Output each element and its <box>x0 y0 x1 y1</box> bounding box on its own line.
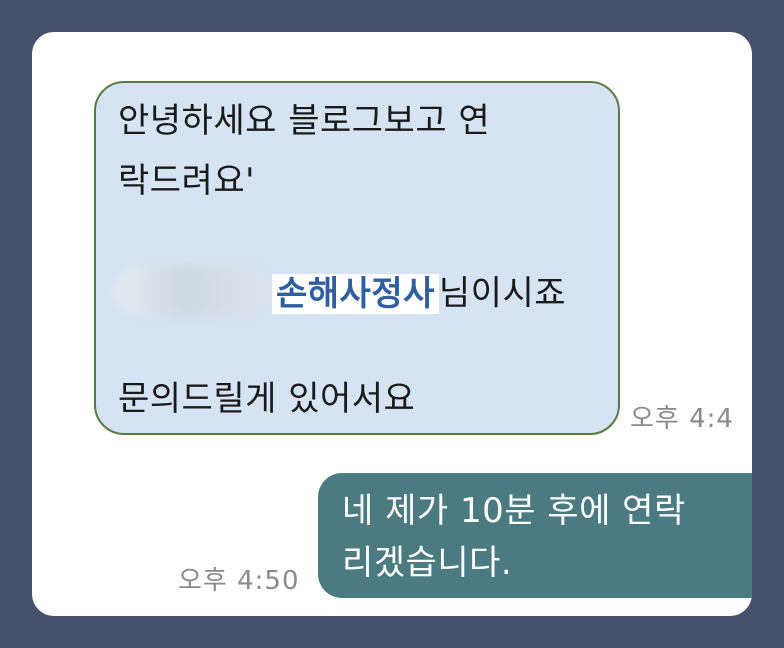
incoming-message-bubble: 안녕하세요 블로그보고 연 락드려요' 손해사정사 님이시죠 문의드릴게 있어서요 <box>94 81 620 435</box>
outgoing-message-line: 네 제가 10분 후에 연락 <box>342 491 686 531</box>
incoming-message-line: 문의드릴게 있어서요 <box>118 379 416 419</box>
incoming-message-line: 손해사정사 님이시죠 <box>116 265 567 321</box>
redacted-name-blur <box>116 265 268 317</box>
company-name-highlight: 손해사정사 <box>272 273 439 314</box>
outgoing-message-line: 리겠습니다. <box>342 543 513 583</box>
incoming-message-timestamp: 오후 4:4 <box>630 404 734 434</box>
name-suffix: 님이시죠 <box>438 273 567 314</box>
incoming-message-line: 안녕하세요 블로그보고 연 <box>118 101 491 141</box>
outgoing-message-bubble: 네 제가 10분 후에 연락 리겠습니다. <box>318 473 752 598</box>
outgoing-message-timestamp: 오후 4:50 <box>178 566 300 596</box>
screenshot-root: { "incoming_message": { "line1": "안녕하세요 … <box>0 0 784 648</box>
incoming-message-line: 락드려요' <box>118 161 255 201</box>
chat-screenshot-card: 안녕하세요 블로그보고 연 락드려요' 손해사정사 님이시죠 문의드릴게 있어서요… <box>32 32 752 616</box>
